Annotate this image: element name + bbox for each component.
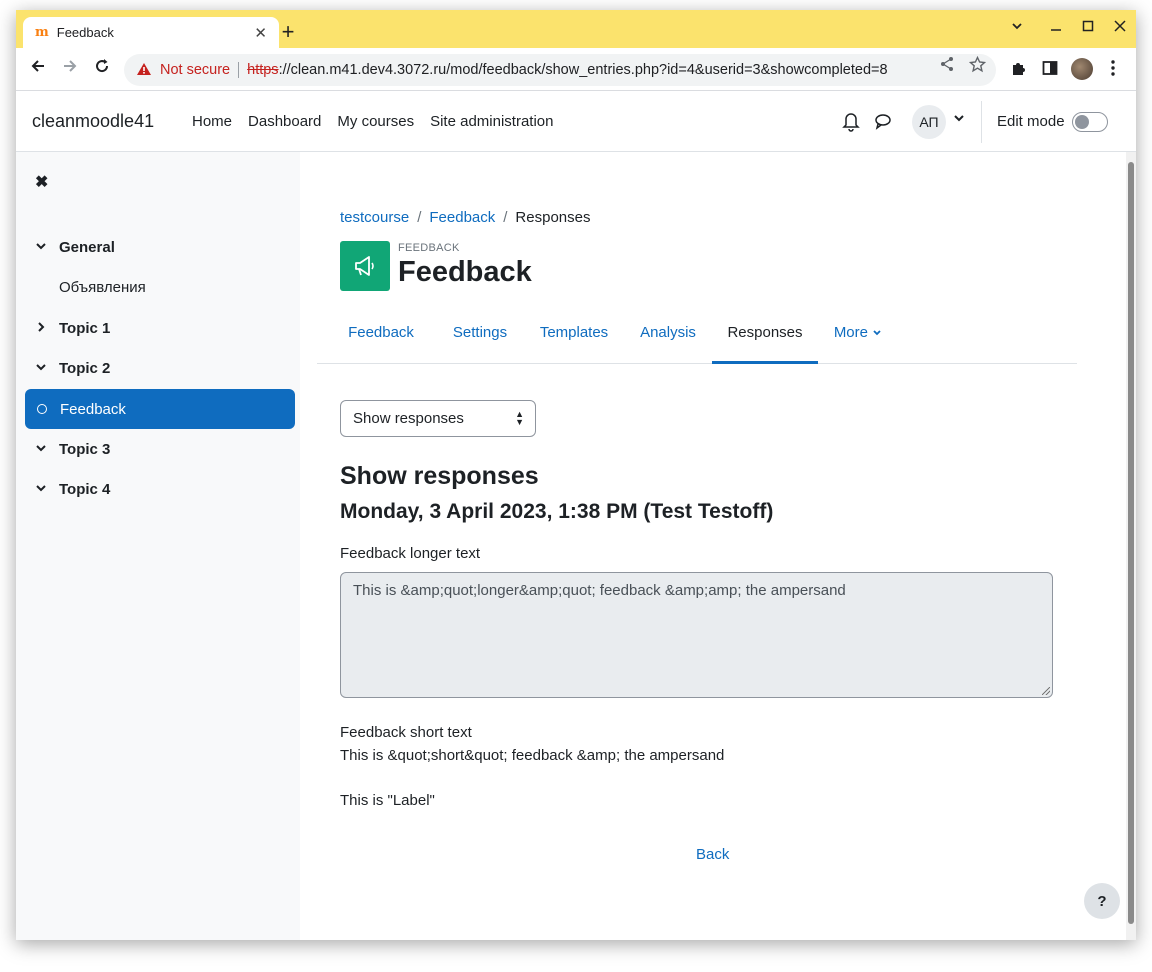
nav-dashboard[interactable]: Dashboard <box>248 113 321 130</box>
close-drawer-icon[interactable]: ✖ <box>35 172 48 192</box>
drawer-section-general[interactable]: General <box>25 227 295 267</box>
nav-site-administration[interactable]: Site administration <box>430 113 553 130</box>
user-avatar[interactable]: АП <box>912 105 946 139</box>
tab-more[interactable]: More <box>827 314 889 364</box>
nav-home[interactable]: Home <box>192 113 232 130</box>
breadcrumb-course[interactable]: testcourse <box>340 209 409 226</box>
drawer-item-label: Topic 4 <box>59 480 111 498</box>
tab-feedback[interactable]: Feedback <box>340 314 422 364</box>
question-1-response[interactable]: This is &amp;quot;longer&amp;quot; feedb… <box>340 572 1053 698</box>
notification-bell-icon[interactable] <box>842 110 860 132</box>
user-menu-chevron-icon[interactable] <box>953 112 965 127</box>
moodle-favicon-icon: m <box>35 25 49 40</box>
moodle-navbar: cleanmoodle41 Home Dashboard My courses … <box>16 91 1136 152</box>
question-2-response: This is &quot;short&quot; feedback &amp;… <box>340 747 725 764</box>
close-window-icon[interactable] <box>1113 19 1127 38</box>
select-value: Show responses <box>353 410 464 427</box>
question-1-response-text: This is &amp;quot;longer&amp;quot; feedb… <box>353 582 846 599</box>
drawer-section-topic-3[interactable]: Topic 3 <box>25 429 295 469</box>
tab-analysis[interactable]: Analysis <box>624 314 712 364</box>
tab-title: Feedback <box>56 25 114 40</box>
tab-more-label: More <box>833 324 868 341</box>
chevron-down-icon[interactable] <box>1010 19 1024 38</box>
messages-bubble-icon[interactable] <box>874 112 892 130</box>
response-date-heading: Monday, 3 April 2023, 1:38 PM (Test Test… <box>340 500 774 523</box>
toggle-knob <box>1075 115 1089 129</box>
browser-tab-bar: m Feedback ✕ + <box>16 10 1136 48</box>
share-icon[interactable] <box>939 56 955 76</box>
module-type-label: FEEDBACK <box>398 242 460 254</box>
label-item: This is "Label" <box>340 792 435 809</box>
edit-mode-label: Edit mode <box>997 113 1065 130</box>
new-tab-button[interactable]: + <box>278 21 298 43</box>
tab-templates[interactable]: Templates <box>524 314 624 364</box>
close-tab-icon[interactable]: ✕ <box>254 24 267 42</box>
navbar-divider <box>981 101 982 143</box>
responses-view-select[interactable]: Show responses ▲ ▼ <box>340 400 536 437</box>
browser-toolbar: Not secure https ://clean.m41.dev4.3072.… <box>16 48 1136 91</box>
chevron-down-icon[interactable] <box>35 442 59 457</box>
site-brand[interactable]: cleanmoodle41 <box>32 111 154 132</box>
warning-triangle-icon <box>136 62 152 79</box>
resize-grip-icon[interactable] <box>1042 687 1050 695</box>
chevron-down-icon <box>873 330 881 336</box>
drawer-item-label: General <box>59 238 115 256</box>
edit-mode-toggle[interactable] <box>1072 112 1108 132</box>
browser-tab[interactable]: m Feedback ✕ <box>23 17 279 48</box>
more-vertical-icon[interactable] <box>1110 59 1116 82</box>
scrollbar-thumb[interactable] <box>1128 162 1134 924</box>
page-scrollbar[interactable] <box>1126 152 1136 940</box>
breadcrumb-separator: / <box>417 209 422 226</box>
primary-navigation: Home Dashboard My courses Site administr… <box>192 113 554 130</box>
forward-arrow-icon[interactable] <box>59 57 81 80</box>
url-text: ://clean.m41.dev4.3072.ru/mod/feedback/s… <box>278 62 888 78</box>
breadcrumb-current: Responses <box>515 209 591 226</box>
drawer-item-label: Feedback <box>60 400 126 418</box>
reload-icon[interactable] <box>91 57 113 80</box>
maximize-icon[interactable] <box>1081 19 1095 38</box>
drawer-item-label: Topic 3 <box>59 440 111 458</box>
address-bar[interactable]: Not secure https ://clean.m41.dev4.3072.… <box>124 54 996 86</box>
nav-my-courses[interactable]: My courses <box>337 113 414 130</box>
profile-avatar-icon[interactable] <box>1071 58 1093 80</box>
bookmark-star-icon[interactable] <box>968 55 987 77</box>
back-arrow-icon[interactable] <box>27 57 49 80</box>
drawer-section-topic-2[interactable]: Topic 2 <box>25 348 295 388</box>
minimize-icon[interactable] <box>1049 19 1063 38</box>
select-sort-icon: ▲ ▼ <box>515 409 524 427</box>
not-secure-label[interactable]: Not secure <box>160 62 230 78</box>
drawer-section-topic-4[interactable]: Topic 4 <box>25 469 295 509</box>
course-index-drawer: ✖ General Объявления Topic 1 Topic 2 Fee… <box>16 152 300 940</box>
drawer-item-label: Topic 1 <box>59 319 111 337</box>
section-heading: Show responses <box>340 462 539 490</box>
browser-window: m Feedback ✕ + Not secure https://clean… <box>16 10 1136 940</box>
tab-settings[interactable]: Settings <box>438 314 522 364</box>
omnibox-divider <box>238 62 240 78</box>
completion-circle-icon <box>37 404 47 414</box>
main-content: testcourse / Feedback / Responses FEEDBA… <box>300 152 1120 940</box>
tab-responses[interactable]: Responses <box>712 314 818 364</box>
breadcrumb: testcourse / Feedback / Responses <box>340 209 590 226</box>
question-2-label: Feedback short text <box>340 724 472 741</box>
chevron-right-icon[interactable] <box>35 321 59 336</box>
chevron-down-icon[interactable] <box>35 361 59 376</box>
chevron-down-icon[interactable] <box>35 482 59 497</box>
drawer-item-label: Объявления <box>59 278 146 296</box>
chevron-down-icon[interactable] <box>35 240 59 255</box>
page-title: Feedback <box>398 256 532 288</box>
side-panel-icon[interactable] <box>1042 60 1058 81</box>
back-link[interactable]: Back <box>696 846 729 863</box>
secondary-navigation: Feedback Settings Templates Analysis Res… <box>317 314 1077 364</box>
help-button[interactable]: ? <box>1084 883 1120 919</box>
breadcrumb-separator: / <box>503 209 508 226</box>
drawer-section-topic-1[interactable]: Topic 1 <box>25 308 295 348</box>
drawer-activity-announcements[interactable]: Объявления <box>25 267 295 307</box>
drawer-item-label: Topic 2 <box>59 359 111 377</box>
drawer-activity-feedback[interactable]: Feedback <box>25 389 295 429</box>
breadcrumb-activity[interactable]: Feedback <box>429 209 495 226</box>
question-1-label: Feedback longer text <box>340 545 481 562</box>
url-scheme: https <box>247 62 279 78</box>
extensions-puzzle-icon[interactable] <box>1010 60 1027 82</box>
megaphone-icon <box>340 241 390 291</box>
